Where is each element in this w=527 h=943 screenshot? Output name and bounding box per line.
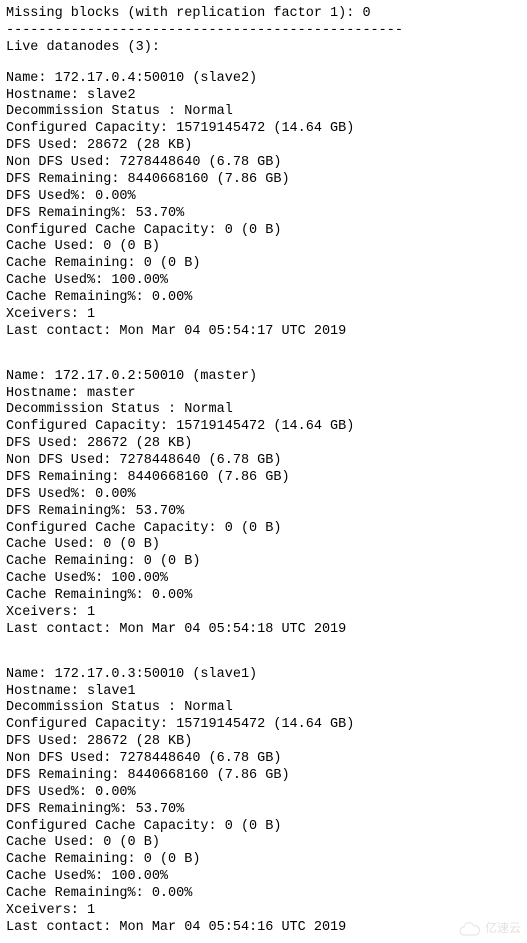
- node-dfs-used-pct-line: DFS Used%: 0.00%: [6, 189, 521, 206]
- datanode-block: Name: 172.17.0.4:50010 (slave2) Hostname…: [6, 71, 521, 341]
- node-cache-used-line: Cache Used: 0 (0 B): [6, 239, 521, 256]
- node-xceivers-line: Xceivers: 1: [6, 903, 521, 920]
- watermark-text: 亿速云: [485, 922, 521, 937]
- blank-line: [6, 57, 521, 71]
- blank-line: [6, 653, 521, 667]
- datanode-block: Name: 172.17.0.2:50010 (master) Hostname…: [6, 369, 521, 639]
- node-decommission-line: Decommission Status : Normal: [6, 402, 521, 419]
- node-dfs-used-line: DFS Used: 28672 (28 KB): [6, 436, 521, 453]
- node-name-line: Name: 172.17.0.3:50010 (slave1): [6, 667, 521, 684]
- watermark: 亿速云: [459, 922, 521, 937]
- node-xceivers-line: Xceivers: 1: [6, 605, 521, 622]
- node-dfs-used-pct-line: DFS Used%: 0.00%: [6, 487, 521, 504]
- node-last-contact-line: Last contact: Mon Mar 04 05:54:18 UTC 20…: [6, 622, 521, 639]
- node-dfs-used-line: DFS Used: 28672 (28 KB): [6, 138, 521, 155]
- live-datanodes-line: Live datanodes (3):: [6, 40, 521, 57]
- node-dfs-remaining-line: DFS Remaining: 8440668160 (7.86 GB): [6, 768, 521, 785]
- node-name-line: Name: 172.17.0.2:50010 (master): [6, 369, 521, 386]
- node-dfs-remaining-pct-line: DFS Remaining%: 53.70%: [6, 802, 521, 819]
- node-hostname-line: Hostname: slave2: [6, 88, 521, 105]
- node-cache-remaining-line: Cache Remaining: 0 (0 B): [6, 256, 521, 273]
- node-dfs-remaining-pct-line: DFS Remaining%: 53.70%: [6, 206, 521, 223]
- node-configured-capacity-line: Configured Capacity: 15719145472 (14.64 …: [6, 717, 521, 734]
- node-decommission-line: Decommission Status : Normal: [6, 104, 521, 121]
- node-last-contact-line: Last contact: Mon Mar 04 05:54:17 UTC 20…: [6, 324, 521, 341]
- node-decommission-line: Decommission Status : Normal: [6, 700, 521, 717]
- blank-line: [6, 639, 521, 653]
- node-configured-capacity-line: Configured Capacity: 15719145472 (14.64 …: [6, 121, 521, 138]
- node-cache-capacity-line: Configured Cache Capacity: 0 (0 B): [6, 521, 521, 538]
- node-cache-capacity-line: Configured Cache Capacity: 0 (0 B): [6, 819, 521, 836]
- node-name-line: Name: 172.17.0.4:50010 (slave2): [6, 71, 521, 88]
- node-cache-remaining-pct-line: Cache Remaining%: 0.00%: [6, 290, 521, 307]
- node-cache-remaining-pct-line: Cache Remaining%: 0.00%: [6, 886, 521, 903]
- node-non-dfs-used-line: Non DFS Used: 7278448640 (6.78 GB): [6, 155, 521, 172]
- divider-line: ----------------------------------------…: [6, 23, 521, 40]
- node-hostname-line: Hostname: master: [6, 386, 521, 403]
- node-non-dfs-used-line: Non DFS Used: 7278448640 (6.78 GB): [6, 751, 521, 768]
- node-last-contact-line: Last contact: Mon Mar 04 05:54:16 UTC 20…: [6, 920, 521, 937]
- terminal-output: Missing blocks (with replication factor …: [6, 6, 521, 937]
- cloud-icon: [459, 922, 481, 936]
- node-dfs-used-line: DFS Used: 28672 (28 KB): [6, 734, 521, 751]
- node-cache-capacity-line: Configured Cache Capacity: 0 (0 B): [6, 223, 521, 240]
- node-dfs-used-pct-line: DFS Used%: 0.00%: [6, 785, 521, 802]
- node-hostname-line: Hostname: slave1: [6, 684, 521, 701]
- node-configured-capacity-line: Configured Capacity: 15719145472 (14.64 …: [6, 419, 521, 436]
- node-dfs-remaining-line: DFS Remaining: 8440668160 (7.86 GB): [6, 172, 521, 189]
- node-dfs-remaining-pct-line: DFS Remaining%: 53.70%: [6, 504, 521, 521]
- node-xceivers-line: Xceivers: 1: [6, 307, 521, 324]
- node-cache-used-pct-line: Cache Used%: 100.00%: [6, 571, 521, 588]
- node-non-dfs-used-line: Non DFS Used: 7278448640 (6.78 GB): [6, 453, 521, 470]
- node-cache-used-line: Cache Used: 0 (0 B): [6, 537, 521, 554]
- blank-line: [6, 355, 521, 369]
- node-cache-used-pct-line: Cache Used%: 100.00%: [6, 273, 521, 290]
- node-cache-remaining-pct-line: Cache Remaining%: 0.00%: [6, 588, 521, 605]
- datanode-block: Name: 172.17.0.3:50010 (slave1) Hostname…: [6, 667, 521, 937]
- node-dfs-remaining-line: DFS Remaining: 8440668160 (7.86 GB): [6, 470, 521, 487]
- missing-blocks-line: Missing blocks (with replication factor …: [6, 6, 521, 23]
- node-cache-remaining-line: Cache Remaining: 0 (0 B): [6, 554, 521, 571]
- blank-line: [6, 341, 521, 355]
- node-cache-used-line: Cache Used: 0 (0 B): [6, 835, 521, 852]
- node-cache-remaining-line: Cache Remaining: 0 (0 B): [6, 852, 521, 869]
- node-cache-used-pct-line: Cache Used%: 100.00%: [6, 869, 521, 886]
